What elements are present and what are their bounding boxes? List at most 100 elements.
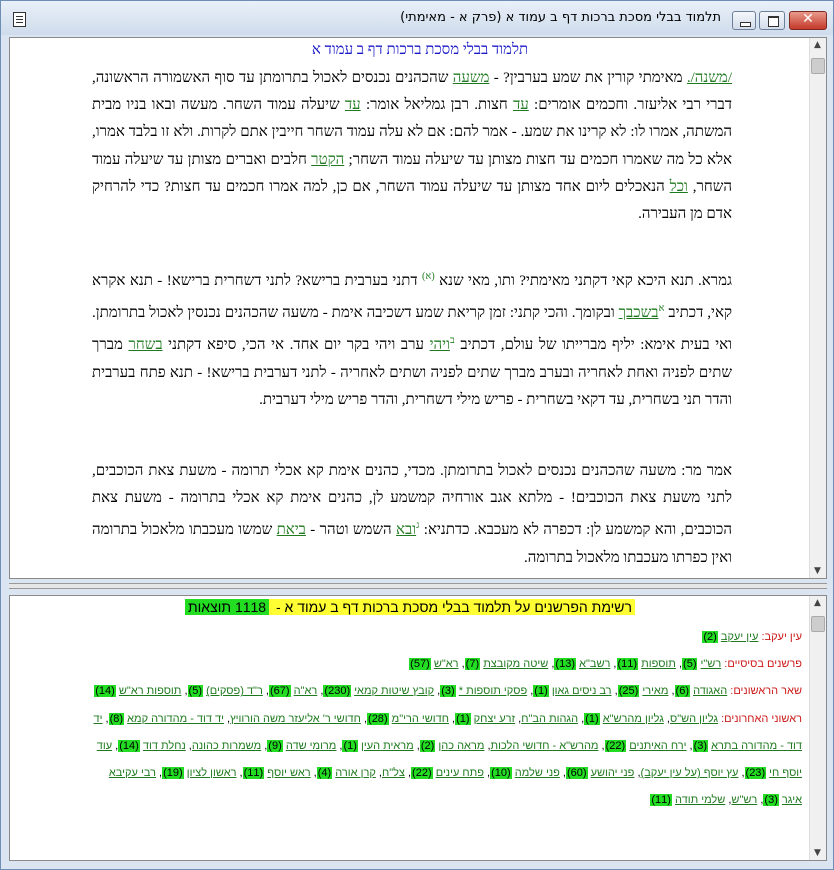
term-link[interactable]: הקטר xyxy=(311,152,344,168)
scroll-down-icon[interactable]: ▼ xyxy=(814,848,821,858)
close-button[interactable]: ✕ xyxy=(789,11,827,30)
count-badge: (23) xyxy=(744,767,767,780)
count-badge: (8) xyxy=(108,712,125,725)
commentator-link[interactable]: פסקי תוספות * xyxy=(459,685,527,697)
count-badge: (14) xyxy=(94,685,116,698)
commentator-link[interactable]: מאירי xyxy=(642,685,668,697)
scroll-up-icon[interactable]: ▲ xyxy=(814,598,821,608)
commentator-link[interactable]: שיטה מקובצת xyxy=(483,658,548,670)
commentator-link[interactable]: רש"ש xyxy=(731,794,757,806)
count-badge: (22) xyxy=(411,767,433,780)
count-badge: (5) xyxy=(187,685,203,698)
commentator-link[interactable]: גליון הש"ס xyxy=(670,713,718,725)
count-badge: (60) xyxy=(565,767,588,780)
commentator-link[interactable]: הגהות הב"ח xyxy=(521,713,578,725)
commentator-link[interactable]: ר"ד (פסקים) xyxy=(206,685,263,697)
title-bar[interactable]: תלמוד בבלי מסכת ברכות דף ב עמוד א (פרק א… xyxy=(1,1,833,35)
term-link[interactable]: בשחר xyxy=(128,337,162,353)
commentator-link[interactable]: חדושי הרי"מ xyxy=(392,713,449,725)
maximize-button[interactable] xyxy=(759,11,785,30)
count-badge: (1) xyxy=(455,712,471,725)
commentator-link[interactable]: ראשון לציון xyxy=(187,767,237,779)
mishna-paragraph: /משנה/. מאימתי קורין את שמע בערבין? - מש… xyxy=(92,65,732,228)
count-badge: (57) xyxy=(409,658,431,671)
results-count-badge: 1118 תוצאות xyxy=(185,599,270,615)
text-span: השמש וטהר - xyxy=(305,522,397,539)
scroll-thumb[interactable] xyxy=(811,616,825,632)
minimize-button[interactable] xyxy=(732,11,756,30)
commentator-link[interactable]: קרן אורה xyxy=(335,767,376,779)
text-span: חצות. רבן גמליאל אומר: xyxy=(360,97,514,114)
commentators-title-text: רשימת הפרשנים על תלמוד בבלי מסכת ברכות ד… xyxy=(269,599,635,615)
commentator-link[interactable]: רא"ש xyxy=(434,658,459,670)
term-link[interactable]: משעה xyxy=(453,70,490,86)
count-badge: (7) xyxy=(464,658,481,671)
text-span: הנאכלים ליום אחד מצותן עד שיעלה עמוד השח… xyxy=(92,178,732,223)
commentator-link[interactable]: שלמי תודה xyxy=(675,794,725,806)
commentator-link[interactable]: תוספות xyxy=(641,658,676,670)
count-badge: (1) xyxy=(533,685,549,698)
commentator-link[interactable]: פתח עינים xyxy=(436,767,484,779)
count-badge: (1) xyxy=(342,739,358,752)
category-label: שאר הראשונים: xyxy=(730,685,802,698)
commentator-link[interactable]: פני שלמה xyxy=(515,767,560,779)
commentator-link[interactable]: מרומי שדה xyxy=(286,740,337,752)
term-link[interactable]: ביאת xyxy=(277,522,306,538)
commentator-link[interactable]: קובץ שיטות קמאי xyxy=(354,685,434,697)
text-pane-scrollbar[interactable]: ▲ ▼ xyxy=(809,38,826,578)
category-block: ראשוני האחרונים: גליון הש"ס, גליון מהרש"… xyxy=(93,712,802,807)
commentator-link[interactable]: פני יהושע xyxy=(591,767,635,779)
verse-link[interactable]: ובא xyxy=(396,522,416,538)
commentator-link[interactable]: עין יעקב xyxy=(721,631,759,643)
commentator-link[interactable]: מהרש"א - חדושי הלכות xyxy=(491,740,599,752)
window-title: תלמוד בבלי מסכת ברכות דף ב עמוד א (פרק א… xyxy=(400,10,721,25)
commentators-list: עין יעקב: עין יעקב (2) פרשנים בסיסיים: רש… xyxy=(90,624,802,814)
commentator-link[interactable]: רא"ה xyxy=(294,685,318,697)
commentator-link[interactable]: נחלת דוד xyxy=(143,740,186,752)
count-badge: (5) xyxy=(682,658,698,671)
term-link[interactable]: עד xyxy=(345,97,361,113)
verse-link[interactable]: ויהי xyxy=(430,337,450,353)
count-badge: (11) xyxy=(616,658,639,671)
count-badge: (22) xyxy=(604,739,627,752)
commentators-pane: רשימת הפרשנים על תלמוד בבלי מסכת ברכות ד… xyxy=(9,595,827,861)
list-pane-scrollbar[interactable]: ▲ ▼ xyxy=(809,596,826,860)
commentator-link[interactable]: רב ניסים גאון xyxy=(552,685,612,697)
commentator-link[interactable]: האגודה xyxy=(693,685,727,697)
commentator-link[interactable]: עץ יוסף (על עין יעקב) xyxy=(641,767,739,779)
count-badge: (6) xyxy=(674,685,690,698)
commentator-link[interactable]: רשב"א xyxy=(579,658,610,670)
gemara-paragraph-2: אמר מר: משעה שהכהנים נכנסים לאכול בתרומת… xyxy=(92,458,732,572)
commentator-link[interactable]: רש"י xyxy=(701,658,722,670)
count-badge: (25) xyxy=(617,685,640,698)
count-badge: (14) xyxy=(118,739,140,752)
count-badge: (9) xyxy=(267,739,283,752)
count-badge: (3) xyxy=(440,685,456,698)
verse-link[interactable]: בשכבך xyxy=(619,305,659,321)
commentator-link[interactable]: מראית העין xyxy=(361,740,414,752)
count-badge: (13) xyxy=(554,658,576,671)
commentator-link[interactable]: חדושי ר' אליעזר משה הורוויץ xyxy=(230,713,361,725)
commentator-link[interactable]: זרע יצחק xyxy=(474,713,515,725)
pane-splitter[interactable] xyxy=(9,583,827,589)
category-block: פרשנים בסיסיים: רש"י (5), תוספות (11), ר… xyxy=(409,658,802,671)
mishna-link[interactable]: /משנה/. xyxy=(687,70,732,86)
commentator-link[interactable]: תוספות רא"ש xyxy=(119,685,182,697)
commentator-link[interactable]: משמרות כהונה xyxy=(192,740,261,752)
commentator-link[interactable]: ראש יוסף xyxy=(267,767,310,779)
scroll-thumb[interactable] xyxy=(811,58,825,74)
commentator-link[interactable]: ירח האיתנים xyxy=(629,740,686,752)
term-link[interactable]: וכל xyxy=(670,179,688,195)
scroll-up-icon[interactable]: ▲ xyxy=(814,40,821,50)
term-link[interactable]: עד xyxy=(513,97,529,113)
commentator-link[interactable]: גליון מהרש"א xyxy=(603,713,664,725)
text-pane: תלמוד בבלי מסכת ברכות דף ב עמוד א /משנה/… xyxy=(9,37,827,579)
footnote-marker[interactable]: (א) xyxy=(422,271,435,282)
commentator-link[interactable]: מראה כהן xyxy=(438,740,484,752)
scroll-down-icon[interactable]: ▼ xyxy=(814,566,821,576)
document-icon xyxy=(13,12,26,27)
commentator-link[interactable]: יד דוד - מהדורה קמא xyxy=(127,713,224,725)
commentator-link[interactable]: צל"ח xyxy=(382,767,405,779)
gemara-paragraph: גמרא. תנא היכא קאי דקתני מאימתי? ותו, מא… xyxy=(92,263,732,414)
text-span: ערב ויהי בקר יום אחד. אי הכי, סיפא דקתני xyxy=(162,337,430,354)
